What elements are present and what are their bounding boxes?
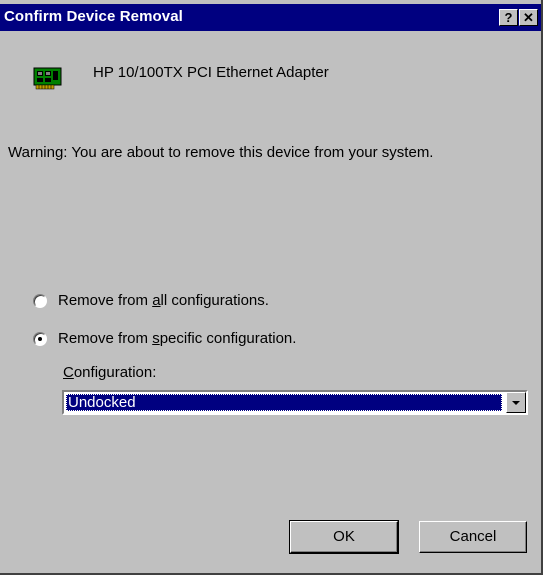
configuration-dropdown[interactable]: Undocked: [62, 390, 528, 415]
radio-button-unchecked[interactable]: [33, 293, 47, 308]
window-title: Confirm Device Removal: [4, 8, 183, 25]
remove-specific-configuration-radio[interactable]: Remove from specific configuration.: [33, 330, 296, 347]
remove-all-label: Remove from all configurations.: [58, 292, 269, 309]
remove-specific-label: Remove from specific configuration.: [58, 330, 297, 347]
configuration-selected-value[interactable]: Undocked: [66, 394, 502, 411]
help-button[interactable]: ?: [499, 9, 518, 26]
dropdown-arrow-icon[interactable]: [506, 392, 526, 413]
confirm-device-removal-dialog: Confirm Device Removal ? ✕ HP 10/100TX P…: [0, 0, 543, 575]
ok-button[interactable]: OK: [289, 520, 399, 554]
network-card-icon: [33, 66, 63, 96]
cancel-button[interactable]: Cancel: [419, 521, 527, 553]
warning-text: Warning: You are about to remove this de…: [8, 144, 434, 161]
close-button[interactable]: ✕: [519, 9, 538, 26]
device-name: HP 10/100TX PCI Ethernet Adapter: [93, 64, 329, 81]
configuration-label: Configuration:: [63, 364, 157, 381]
remove-all-configurations-radio[interactable]: Remove from all configurations.: [33, 292, 269, 309]
title-bar[interactable]: Confirm Device Removal ? ✕: [0, 4, 541, 31]
radio-button-checked[interactable]: [33, 331, 47, 346]
